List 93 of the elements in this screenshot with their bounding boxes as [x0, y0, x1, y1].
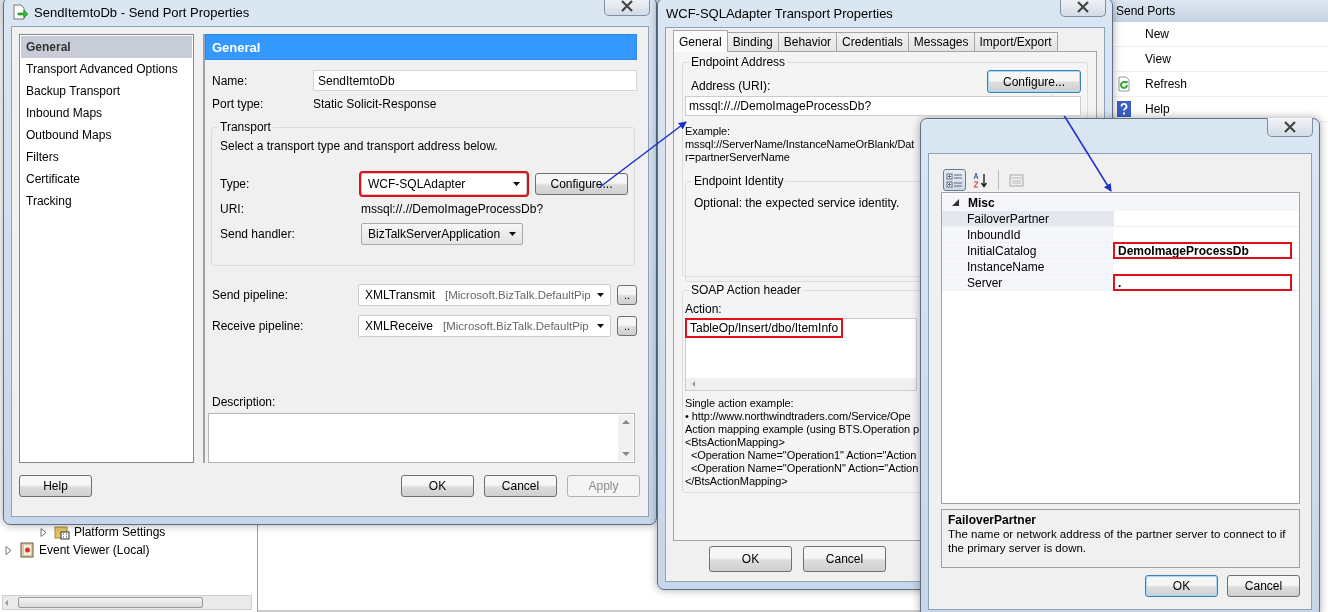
pipeline-dropdown[interactable]: XMLReceive [Microsoft.BizTalk.DefaultPip [358, 315, 611, 337]
field-label: Action: [685, 302, 723, 316]
section-header: General [205, 34, 637, 60]
nav-item[interactable]: Inbound Maps [21, 102, 192, 124]
action-item[interactable]: New [1145, 27, 1169, 41]
scrollbar[interactable] [2, 595, 252, 610]
field-value: mssql://.//DemoImageProcessDb? [361, 202, 545, 216]
close-icon [620, 0, 634, 12]
tab[interactable]: Behavior [777, 32, 838, 51]
nav-item[interactable]: Tracking [21, 190, 192, 212]
address-field[interactable]: mssql://.//DemoImageProcessDb? [685, 96, 1081, 116]
caret-icon [597, 324, 604, 328]
field-label: URI: [220, 202, 245, 216]
property-name[interactable]: InboundId [942, 227, 1114, 242]
browse-button[interactable]: .. [617, 316, 637, 336]
group-label: SOAP Action header [690, 283, 802, 297]
description-text: The name or network address of the partner server to connect to if the primary server is down. [948, 527, 1287, 555]
folder-icon [54, 524, 70, 540]
field-label: Send pipeline: [212, 288, 290, 302]
tab[interactable]: Import/Export [973, 32, 1058, 51]
property-name[interactable]: Server [942, 275, 1114, 290]
dialog-button[interactable]: Cancel [803, 546, 886, 572]
window-title: SendItemtoDb - Send Port Properties [34, 4, 250, 20]
field-label: Type: [220, 177, 251, 191]
categorized-button[interactable] [943, 169, 966, 191]
dialog-button[interactable]: OK [709, 546, 792, 572]
field-label: Address (URI): [691, 79, 771, 93]
description-title: FailoverPartner [948, 513, 1038, 527]
configure-button[interactable]: Configure... [535, 173, 628, 195]
field-label: Send handler: [220, 227, 296, 241]
description-field[interactable] [208, 413, 635, 463]
group-label: Transport [219, 120, 272, 134]
help-icon [1116, 101, 1132, 117]
nav-item[interactable]: Backup Transport [21, 80, 192, 102]
action-item[interactable]: Help [1145, 102, 1170, 116]
tab[interactable]: Credentials [836, 32, 909, 51]
tab[interactable]: Binding [726, 32, 779, 51]
close-icon [1076, 1, 1090, 13]
dialog-button[interactable]: Cancel [484, 475, 557, 497]
property-name[interactable]: InstanceName [942, 259, 1114, 274]
send-handler-dropdown[interactable]: BizTalkServerApplication [361, 223, 523, 245]
property-value[interactable]: DemoImageProcessDb [1114, 243, 1291, 258]
tab[interactable]: Messages [907, 32, 975, 51]
example-text: Example: mssql://ServerName/InstanceNameOrBlank/Dat r=partnerServerName [685, 125, 916, 164]
expander-icon[interactable] [40, 527, 48, 537]
action-item[interactable]: View [1145, 52, 1171, 66]
document-arrow-icon [12, 4, 28, 20]
field-value: Static Solicit-Response [313, 97, 438, 111]
caret-icon [513, 182, 520, 186]
property-name[interactable]: InitialCatalog [942, 243, 1114, 258]
dialog-button[interactable]: Help [19, 475, 92, 497]
window-title: WCF-SQLAdapter Transport Properties [666, 5, 893, 21]
refresh-icon [1116, 76, 1132, 92]
field-label: Name: [212, 73, 249, 88]
tab[interactable]: General [673, 30, 728, 52]
pipeline-dropdown[interactable]: XMLTransmit [Microsoft.BizTalk.DefaultPip [358, 284, 611, 306]
field-label: Receive pipeline: [212, 319, 305, 333]
field-label: Description: [211, 395, 277, 409]
browse-button[interactable]: .. [617, 285, 637, 305]
dialog-button[interactable]: Cancel [1227, 575, 1300, 597]
category-label: Misc [968, 195, 995, 210]
tree-item[interactable]: Platform Settings [74, 525, 166, 539]
caret-icon [597, 293, 604, 297]
log-book-icon [19, 542, 35, 558]
nav-item[interactable]: Filters [21, 146, 192, 168]
actions-header: Send Ports [1109, 0, 1328, 22]
hint-text: Select a transport type and transport address below. [220, 139, 499, 153]
close-button[interactable] [1267, 118, 1313, 137]
name-field[interactable]: SendItemtoDb [313, 70, 637, 91]
group-label: Endpoint Identity [693, 174, 785, 188]
nav-item[interactable]: General [21, 36, 192, 58]
nav-item[interactable]: Outbound Maps [21, 124, 192, 146]
type-dropdown[interactable]: WCF-SQLAdapter [361, 173, 527, 195]
tree-item[interactable]: Event Viewer (Local) [39, 543, 150, 557]
example-text: Single action example: • http://www.northwindtraders.com/Service/Ope Action mapping example (using BTS.Operation p <BtsActionMapping> <Operation Name="Operation1" Action="Action <Operation Name="OperationN" Action="Action </BtsActionMapping> [685, 397, 920, 488]
nav-item[interactable]: Certificate [21, 168, 192, 190]
action-field[interactable]: TableOp/Insert/dbo/ItemInfo [685, 318, 917, 391]
dialog-button[interactable]: OK [401, 475, 474, 497]
hint-text: Optional: the expected service identity. [694, 196, 900, 210]
dialog-button[interactable]: OK [1145, 575, 1218, 597]
group-label: Endpoint Address [690, 55, 787, 69]
close-button[interactable] [1060, 0, 1106, 17]
expander-icon[interactable] [5, 545, 13, 555]
property-value[interactable]: . [1114, 275, 1291, 290]
close-button[interactable] [604, 0, 650, 16]
field-label: Port type: [212, 97, 265, 111]
action-item[interactable]: Refresh [1145, 77, 1188, 91]
close-icon [1283, 121, 1297, 133]
collapse-icon[interactable] [952, 199, 959, 206]
configure-button[interactable]: Configure... [987, 70, 1081, 93]
property-name[interactable]: FailoverPartner [942, 211, 1114, 226]
nav-item[interactable]: Transport Advanced Options [21, 58, 192, 80]
caret-icon [509, 232, 516, 236]
